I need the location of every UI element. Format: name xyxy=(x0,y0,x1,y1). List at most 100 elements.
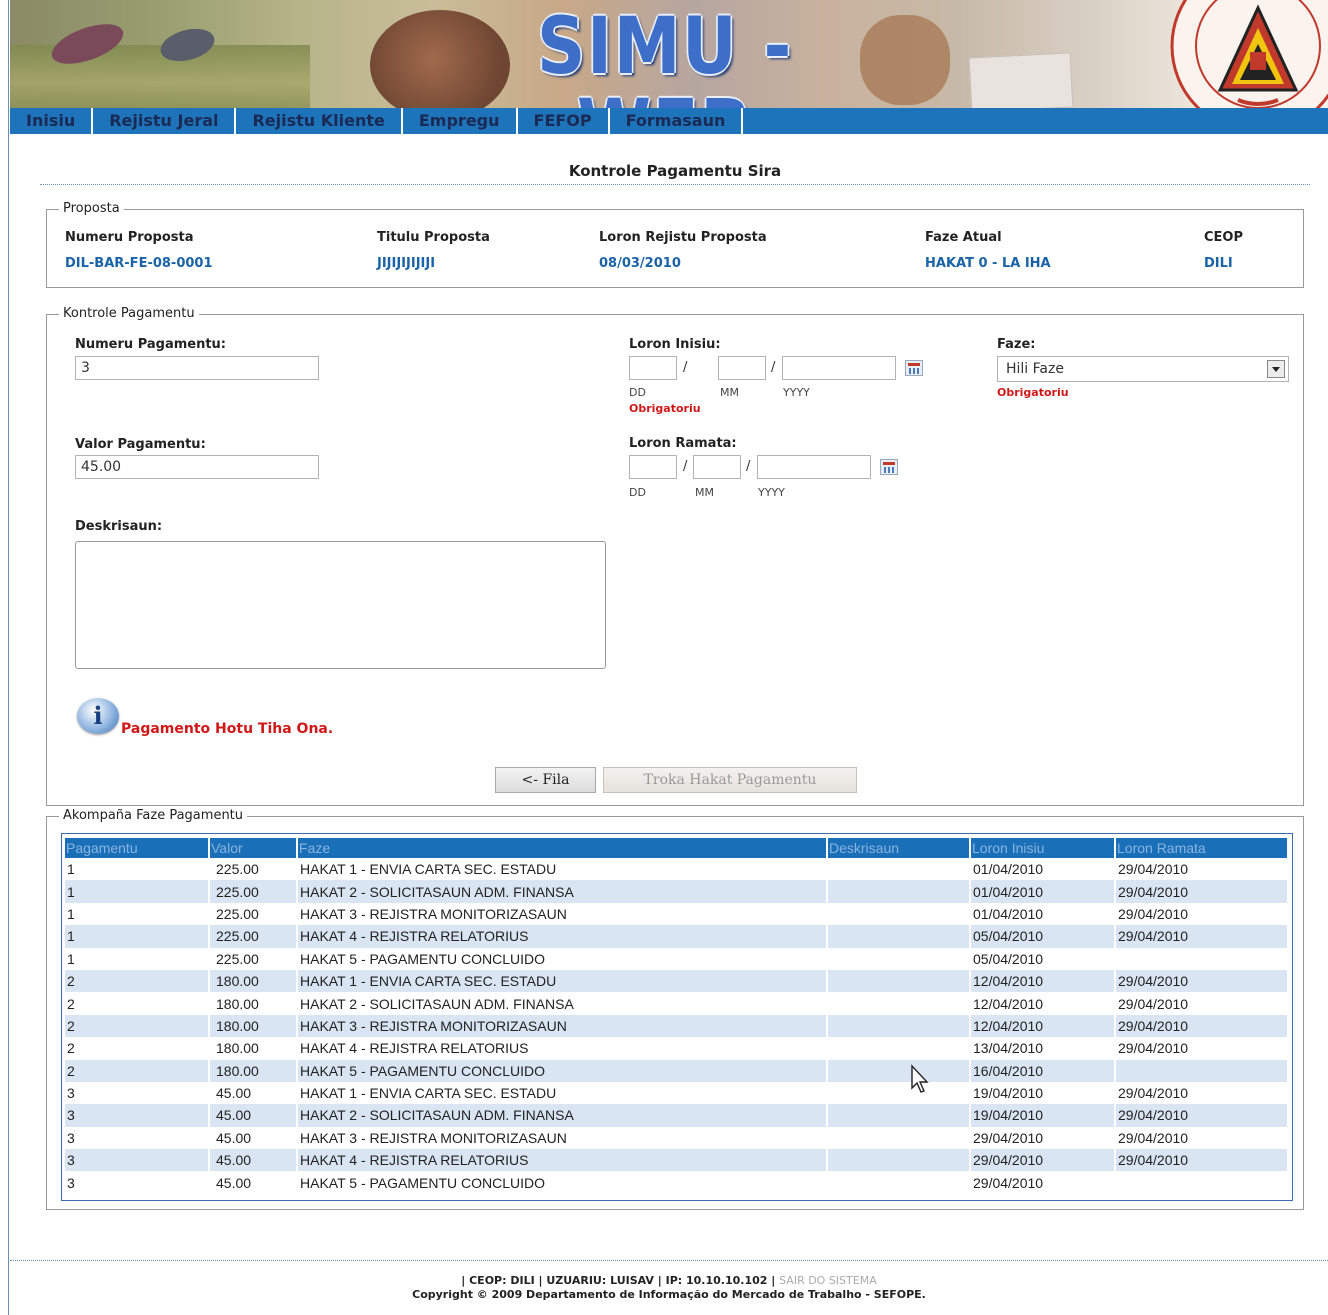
cell-valor: 180.00 xyxy=(209,1059,298,1082)
column-header[interactable]: Loron Inisiu xyxy=(970,838,1116,858)
cell-loron-inisiu: 05/04/2010 xyxy=(970,947,1116,970)
table-row[interactable]: 3 45.00 HAKAT 1 - ENVIA CARTA SEC. ESTADU 1… xyxy=(65,1081,1289,1105)
cell-deskrisaun xyxy=(827,1014,971,1038)
loron-inisiu-day-input[interactable] xyxy=(629,356,677,380)
cell-faze: HAKAT 5 - PAGAMENTU CONCLUIDO xyxy=(297,1171,828,1194)
table-row[interactable]: 2 180.00 HAKAT 2 - SOLICITASAUN ADM. FINAN… xyxy=(65,992,1289,1015)
table-row[interactable]: 3 45.00 HAKAT 2 - SOLICITASAUN ADM. FINANS… xyxy=(65,1104,1289,1127)
cell-faze: HAKAT 2 - SOLICITASAUN ADM. FINANSA xyxy=(297,880,828,903)
calendar-icon[interactable] xyxy=(880,459,898,475)
nav-rejistu-kliente[interactable]: Rejistu Kliente xyxy=(236,108,403,134)
table-row[interactable]: 1 225.00 HAKAT 1 - ENVIA CARTA SEC. ESTADU… xyxy=(65,858,1289,881)
column-header[interactable]: Deskrisaun xyxy=(827,838,971,858)
table-row[interactable]: 3 45.00 HAKAT 3 - REJISTRA MONITORIZASAUN 2… xyxy=(65,1126,1289,1150)
table-row[interactable]: 1 225.00 HAKAT 3 - REJISTRA MONITORIZASAUN… xyxy=(65,902,1289,926)
logout-link[interactable]: SAIR DO SISTEMA xyxy=(779,1274,877,1287)
table-row[interactable]: 3 45.00 HAKAT 4 - REJISTRA RELATORIUS 29/04… xyxy=(65,1149,1289,1172)
value-loron-rejistu: 08/03/2010 xyxy=(599,256,681,271)
cell-loron-inisiu: 05/04/2010 xyxy=(970,925,1116,948)
cell-deskrisaun xyxy=(827,1081,971,1105)
table-row[interactable]: 2 180.00 HAKAT 5 - PAGAMENTU CONCLUIDO 16/0… xyxy=(65,1059,1289,1082)
label-numeru-proposta: Numeru Proposta xyxy=(65,230,194,245)
title-divider xyxy=(40,184,1310,185)
calendar-icon[interactable] xyxy=(905,360,923,376)
kontrole-legend: Kontrole Pagamentu xyxy=(59,306,199,321)
column-header[interactable]: Valor xyxy=(209,838,298,858)
cell-deskrisaun xyxy=(827,1149,971,1172)
cell-faze: HAKAT 5 - PAGAMENTU CONCLUIDO xyxy=(297,1059,828,1082)
back-button[interactable]: <- Fila xyxy=(495,767,596,793)
cell-faze: HAKAT 2 - SOLICITASAUN ADM. FINANSA xyxy=(297,1104,828,1127)
column-header[interactable]: Faze xyxy=(297,838,828,858)
cell-faze: HAKAT 1 - ENVIA CARTA SEC. ESTADU xyxy=(297,969,828,993)
cell-pagamentu: 1 xyxy=(65,902,210,926)
label-loron-rejistu: Loron Rejistu Proposta xyxy=(599,230,767,245)
cell-faze: HAKAT 3 - REJISTRA MONITORIZASAUN xyxy=(297,1126,828,1150)
status-message: Pagamento Hotu Tiha Ona. xyxy=(121,721,334,737)
label-titulu-proposta: Titulu Proposta xyxy=(377,230,490,245)
cell-faze: HAKAT 4 - REJISTRA RELATORIUS xyxy=(297,1149,828,1172)
cell-loron-ramata: 29/04/2010 xyxy=(1115,1149,1289,1172)
cell-valor: 180.00 xyxy=(209,1014,298,1038)
date-separator: / xyxy=(683,459,688,474)
cell-faze: HAKAT 1 - ENVIA CARTA SEC. ESTADU xyxy=(297,858,828,881)
cell-valor: 225.00 xyxy=(209,902,298,926)
column-header[interactable]: Loron Ramata xyxy=(1115,838,1289,858)
banner-photo-hand xyxy=(860,15,950,105)
faze-select[interactable]: Hili Faze xyxy=(997,356,1289,382)
table-row[interactable]: 2 180.00 HAKAT 4 - REJISTRA RELATORIUS 13/0… xyxy=(65,1037,1289,1060)
proposta-legend: Proposta xyxy=(59,201,124,216)
table-row[interactable]: 2 180.00 HAKAT 1 - ENVIA CARTA SEC. ESTADU… xyxy=(65,969,1289,993)
troka-hakat-button[interactable]: Troka Hakat Pagamentu xyxy=(603,767,857,793)
chevron-down-icon[interactable] xyxy=(1267,360,1285,378)
label-loron-inisiu: Loron Inisiu: xyxy=(629,337,721,352)
table-row[interactable]: 1 225.00 HAKAT 4 - REJISTRA RELATORIUS 05/0… xyxy=(65,925,1289,948)
cell-pagamentu: 2 xyxy=(65,969,210,993)
loron-ramata-year-input[interactable] xyxy=(757,455,871,479)
loron-inisiu-month-input[interactable] xyxy=(718,356,766,380)
cell-loron-ramata: 29/04/2010 xyxy=(1115,992,1289,1015)
cell-deskrisaun xyxy=(827,992,971,1015)
cell-valor: 45.00 xyxy=(209,1104,298,1127)
payment-phases-table: Pagamentu Valor Faze Deskrisaun Loron In… xyxy=(65,838,1289,1194)
cell-loron-inisiu: 01/04/2010 xyxy=(970,880,1116,903)
cell-deskrisaun xyxy=(827,947,971,970)
value-ceop: DILI xyxy=(1204,256,1233,271)
nav-inisiu[interactable]: Inisiu xyxy=(10,108,94,134)
footer-divider xyxy=(10,1260,1328,1261)
nav-empregu[interactable]: Empregu xyxy=(403,108,518,134)
deskrisaun-textarea[interactable] xyxy=(75,541,606,669)
nav-fefop[interactable]: FEFOP xyxy=(518,108,610,134)
cell-loron-ramata xyxy=(1115,1171,1289,1194)
left-border xyxy=(8,0,9,1315)
label-valor-pagamentu: Valor Pagamentu: xyxy=(75,437,206,452)
loron-inisiu-year-input[interactable] xyxy=(782,356,896,380)
cell-loron-ramata xyxy=(1115,1059,1289,1082)
cell-loron-ramata: 29/04/2010 xyxy=(1115,1104,1289,1127)
cell-faze: HAKAT 2 - SOLICITASAUN ADM. FINANSA xyxy=(297,992,828,1015)
valor-pagamentu-input[interactable]: 45.00 xyxy=(75,455,319,479)
cell-faze: HAKAT 1 - ENVIA CARTA SEC. ESTADU xyxy=(297,1081,828,1105)
nav-rejistu-jeral[interactable]: Rejistu Jeral xyxy=(93,108,237,134)
footer-copyright: Copyright © 2009 Departamento de Informa… xyxy=(412,1288,926,1301)
cell-deskrisaun xyxy=(827,1171,971,1194)
cell-loron-inisiu: 01/04/2010 xyxy=(970,902,1116,926)
hint-dd: DD xyxy=(629,486,646,499)
table-row[interactable]: 1 225.00 HAKAT 5 - PAGAMENTU CONCLUIDO 05/0… xyxy=(65,947,1289,970)
payment-phases-table-container: Pagamentu Valor Faze Deskrisaun Loron In… xyxy=(61,833,1293,1201)
loron-ramata-month-input[interactable] xyxy=(693,455,741,479)
table-row[interactable]: 1 225.00 HAKAT 2 - SOLICITASAUN ADM. FINAN… xyxy=(65,880,1289,903)
footer: | CEOP: DILI | UZUARIU: LUISAV | IP: 10.… xyxy=(10,1274,1328,1302)
cell-pagamentu: 2 xyxy=(65,992,210,1015)
column-header[interactable]: Pagamentu xyxy=(65,838,210,858)
loron-ramata-day-input[interactable] xyxy=(629,455,677,479)
numeru-pagamentu-input[interactable]: 3 xyxy=(75,356,319,380)
cell-loron-inisiu: 29/04/2010 xyxy=(970,1171,1116,1194)
cell-loron-ramata: 29/04/2010 xyxy=(1115,925,1289,948)
nav-formasaun[interactable]: Formasaun xyxy=(610,108,744,134)
table-row[interactable]: 3 45.00 HAKAT 5 - PAGAMENTU CONCLUIDO 29/04… xyxy=(65,1171,1289,1194)
cell-loron-ramata: 29/04/2010 xyxy=(1115,969,1289,993)
hint-dd: DD xyxy=(629,386,646,399)
cell-valor: 45.00 xyxy=(209,1081,298,1105)
table-row[interactable]: 2 180.00 HAKAT 3 - REJISTRA MONITORIZASAUN… xyxy=(65,1014,1289,1038)
